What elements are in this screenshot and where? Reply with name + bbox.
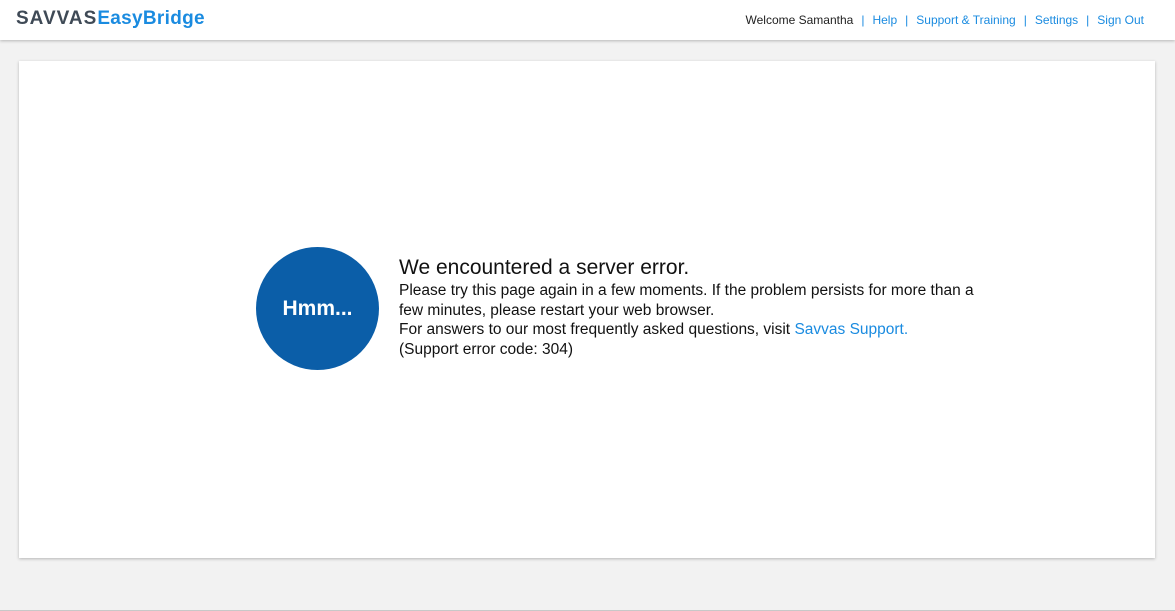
sign-out-link[interactable]: Sign Out: [1097, 13, 1144, 27]
nav-separator: |: [861, 13, 865, 27]
nav-separator: |: [1086, 13, 1090, 27]
logo-brand: SAVVAS: [16, 8, 98, 29]
savvas-easybridge-logo[interactable]: SAVVASEasyBridge: [16, 6, 205, 32]
faq-prefix: For answers to our most frequently asked…: [399, 321, 795, 338]
hmm-badge-text: Hmm...: [282, 296, 353, 320]
error-message: We encountered a server error. Please tr…: [399, 255, 979, 359]
error-title: We encountered a server error.: [399, 256, 690, 279]
top-bar: SAVVASEasyBridge Welcome Samantha | Help | S…: [0, 0, 1175, 40]
settings-link[interactable]: Settings: [1035, 13, 1078, 27]
error-card: Hmm... We encountered a server error. Pl…: [19, 61, 1155, 558]
savvas-support-link[interactable]: Savvas Support.: [794, 321, 908, 338]
welcome-text: Welcome Samantha: [745, 13, 854, 27]
support-training-link[interactable]: Support & Training: [916, 13, 1015, 27]
help-link[interactable]: Help: [872, 13, 897, 27]
nav-separator: |: [1023, 13, 1027, 27]
error-code: (Support error code: 304): [399, 340, 574, 358]
nav-separator: |: [905, 13, 909, 27]
user-nav: Welcome Samantha | Help | Support & Training…: [746, 12, 1145, 28]
hmm-badge: Hmm...: [256, 247, 379, 370]
logo-product: EasyBridge: [97, 8, 205, 29]
error-faq-text: For answers to our most frequently asked…: [399, 320, 979, 340]
error-retry-text: Please try this page again in a few mome…: [399, 282, 974, 319]
